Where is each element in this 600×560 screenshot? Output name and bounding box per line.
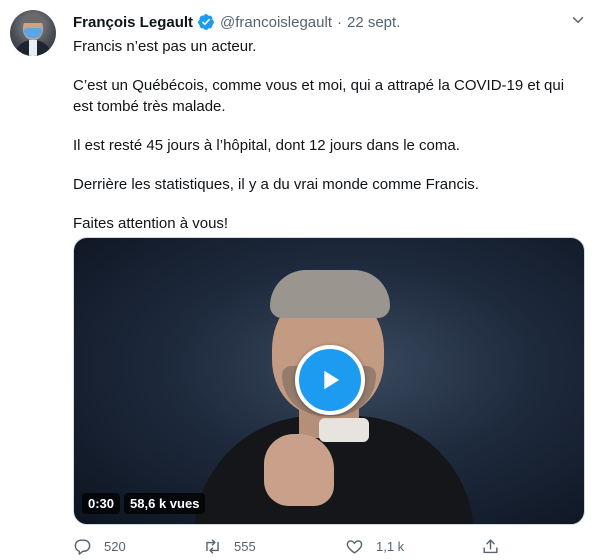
like-button[interactable]: 1,1 k xyxy=(345,535,404,557)
author-handle[interactable]: @francoislegault xyxy=(220,14,332,31)
heart-icon xyxy=(346,539,363,554)
tweet-paragraph: Faites attention à vous! xyxy=(73,215,229,232)
play-icon xyxy=(324,370,340,390)
video-views: 58,6 k vues xyxy=(124,493,206,514)
tweet-paragraph: C’est un Québécois, comme vous et moi, q… xyxy=(73,77,565,115)
author-name[interactable]: François Legault xyxy=(73,14,193,31)
retweet-count: 555 xyxy=(234,538,256,554)
verified-badge-icon xyxy=(197,13,215,31)
retweet-button[interactable]: 555 xyxy=(203,535,256,557)
retweet-icon xyxy=(206,538,219,554)
reply-button[interactable]: 520 xyxy=(73,535,126,557)
reply-icon xyxy=(74,538,91,555)
video-duration: 0:30 xyxy=(82,493,121,514)
chevron-down-icon[interactable] xyxy=(568,10,588,30)
tweet-text: Francis n’est pas un acteur. C’est un Qu… xyxy=(73,36,588,234)
tweet-paragraph: Il est resté 45 jours à l’hôpital, dont … xyxy=(73,137,460,154)
video-badges: 0:30 58,6 k vues xyxy=(82,493,206,514)
tweet-paragraph: Francis n’est pas un acteur. xyxy=(73,38,257,55)
avatar[interactable] xyxy=(10,10,56,56)
share-button[interactable] xyxy=(481,535,500,557)
share-icon xyxy=(483,538,498,553)
tweet-actions: 520 555 1,1 k xyxy=(73,535,513,557)
tweet: François Legault @francoislegault · 22 s… xyxy=(0,0,600,560)
like-count: 1,1 k xyxy=(376,538,405,554)
play-button[interactable] xyxy=(295,345,365,415)
video-player[interactable]: 0:30 58,6 k vues xyxy=(73,237,585,525)
tweet-header: François Legault @francoislegault · 22 s… xyxy=(73,12,400,32)
separator-dot: · xyxy=(336,13,342,31)
tweet-date[interactable]: 22 sept. xyxy=(347,14,400,31)
reply-count: 520 xyxy=(104,538,126,554)
tweet-paragraph: Derrière les statistiques, il y a du vra… xyxy=(73,176,479,193)
